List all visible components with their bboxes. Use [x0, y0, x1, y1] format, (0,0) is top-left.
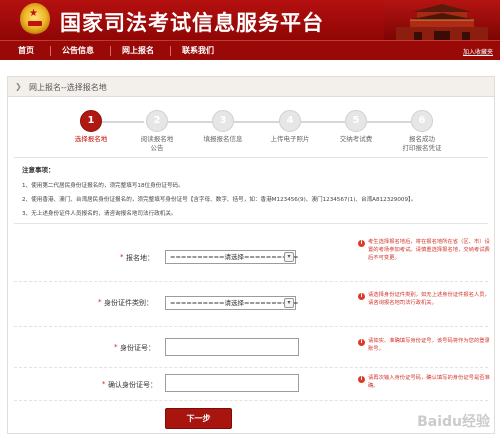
nav-item-contact[interactable]: 联系我们	[182, 45, 214, 56]
notice-item: 1、使用第二代居民身份证报名的，须完整填写18位身份证号码。	[22, 183, 184, 189]
confirm-id-number-label: 确认身份证号：	[108, 381, 157, 389]
tiananmen-gate-icon	[384, 0, 500, 40]
nav-item-announcements[interactable]: 公告信息	[62, 45, 94, 56]
nav-separator	[170, 46, 171, 56]
registration-place-label: 报名地：	[126, 254, 154, 262]
required-marker: *	[120, 253, 124, 261]
site-header: ★ 国家司法考试信息服务平台	[0, 0, 500, 40]
step-6-indicator: 6	[411, 110, 433, 132]
content-panel: ❯ 网上报名--选择报名地 1 2 3 4 5 6 选择报名地 阅读报名地 公告…	[7, 76, 495, 434]
add-to-favorites-link[interactable]: 加入收藏夹	[463, 47, 493, 56]
row-divider	[14, 367, 488, 368]
id-number-label: 身份证号：	[120, 344, 155, 352]
step-6-label: 报名成功 打印报名凭证	[402, 135, 442, 152]
confirm-id-number-tip: 请再次输入身份证号码，确认填写的身份证号是否准确。	[368, 375, 490, 389]
step-connector	[301, 121, 345, 123]
nav-separator	[110, 46, 111, 56]
breadcrumb: 网上报名--选择报名地	[29, 83, 107, 92]
notice-item: 2、使用香港、澳门、台湾居民身份证报名的，须完整填写身份证号【含字母、数字、括号…	[22, 197, 417, 203]
chevron-down-icon: ▾	[284, 252, 294, 262]
id-type-label: 身份证件类别：	[104, 299, 153, 307]
breadcrumb-arrow-icon: ❯	[15, 82, 22, 91]
row-divider	[14, 400, 488, 401]
info-tip-icon: i	[358, 376, 365, 383]
step-3-label: 填报报名信息	[203, 135, 243, 143]
step-4-indicator: 4	[279, 110, 301, 132]
step-3-indicator: 3	[212, 110, 234, 132]
step-2-indicator: 2	[146, 110, 168, 132]
step-1-indicator: 1	[80, 110, 102, 132]
breadcrumb-bar: ❯ 网上报名--选择报名地	[8, 77, 494, 97]
step-4-label: 上传电子照片	[270, 135, 310, 143]
required-marker: *	[102, 380, 106, 388]
section-divider	[14, 223, 488, 224]
required-marker: *	[98, 298, 102, 306]
watermark: Baidu经验	[417, 414, 490, 430]
id-type-select[interactable]: ==========请选择========== ▾	[165, 296, 299, 310]
nav-item-home[interactable]: 首页	[18, 45, 34, 56]
next-step-button[interactable]: 下一步	[165, 408, 232, 429]
national-emblem-icon: ★	[20, 3, 50, 35]
id-type-tip: 请选择身份证件类别，如无上述身份证件报名人员，请咨询报名地司法行政机关。	[368, 292, 490, 306]
chevron-down-icon: ▾	[284, 298, 294, 308]
nav-item-online-registration[interactable]: 网上报名	[122, 45, 154, 56]
registration-place-tip: 考生选择报名地后，将在报名地所在省（区、市）设置的考场参加考试。请慎重选择报名地…	[368, 239, 490, 261]
section-divider	[14, 157, 488, 158]
select-value: ==========请选择==========	[170, 299, 299, 307]
notice-title: 注意事项：	[22, 166, 55, 174]
info-tip-icon: i	[358, 240, 365, 247]
id-number-input[interactable]	[165, 338, 299, 356]
select-value: ==========请选择==========	[170, 253, 299, 261]
step-connector	[367, 121, 411, 123]
nav-separator	[50, 46, 51, 56]
notice-item: 3、无上述身份证件人员报名的，请咨询报名地司法行政机关。	[22, 211, 177, 217]
registration-place-select[interactable]: ==========请选择========== ▾	[165, 250, 299, 264]
main-nav: 首页 公告信息 网上报名 联系我们 加入收藏夹	[0, 40, 500, 60]
step-connector	[168, 121, 212, 123]
id-number-tip: 请如实、准确填写身份证号，该号码将作为您的登录账号。	[368, 338, 490, 352]
step-5-label: 交纳考试费	[339, 135, 373, 143]
step-2-label: 阅读报名地 公告	[140, 135, 174, 152]
confirm-id-number-input[interactable]	[165, 374, 299, 392]
info-tip-icon: i	[358, 339, 365, 346]
info-tip-icon: i	[358, 293, 365, 300]
site-title: 国家司法考试信息服务平台	[60, 10, 324, 35]
step-5-indicator: 5	[345, 110, 367, 132]
row-divider	[14, 281, 488, 282]
step-connector	[234, 121, 279, 123]
required-marker: *	[114, 343, 118, 351]
step-connector	[102, 121, 144, 123]
row-divider	[14, 326, 488, 327]
step-1-label: 选择报名地	[74, 135, 108, 143]
